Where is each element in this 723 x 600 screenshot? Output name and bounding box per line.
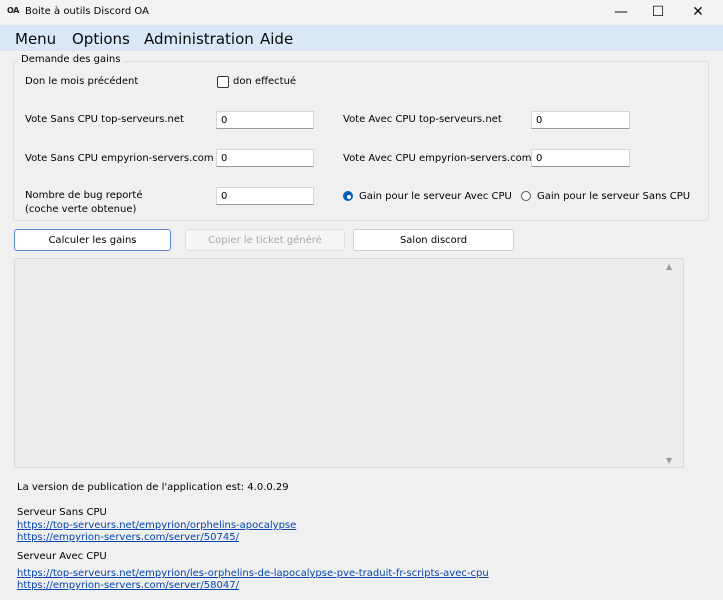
calculate-earnings-button[interactable]: Calculer les gains (14, 229, 171, 251)
bug-count-label-line1: Nombre de bug reporté (25, 190, 143, 201)
vote-sans-cpu-top-label: Vote Sans CPU top-serveurs.net (25, 114, 184, 125)
avec-cpu-empyrion-servers-link[interactable]: https://empyrion-servers.com/server/5804… (17, 580, 239, 591)
sans-cpu-top-serveurs-link[interactable]: https://top-serveurs.net/empyrion/orphel… (17, 520, 296, 531)
minimize-button[interactable]: — (601, 0, 641, 24)
maximize-button[interactable]: ☐ (638, 0, 678, 24)
vote-sans-cpu-emp-label: Vote Sans CPU empyrion-servers.com (25, 153, 214, 164)
app-logo-icon: OA (7, 6, 19, 15)
vote-sans-cpu-emp-input[interactable]: 0 (216, 149, 314, 167)
bug-count-input[interactable]: 0 (216, 187, 314, 205)
bug-count-label-line2: (coche verte obtenue) (25, 204, 137, 215)
vote-avec-cpu-emp-label: Vote Avec CPU empyrion-servers.com (343, 153, 532, 164)
radio-avec-cpu[interactable] (343, 191, 353, 201)
sans-cpu-server-title: Serveur Sans CPU (17, 507, 107, 518)
minimize-icon: — (614, 4, 628, 20)
radio-sans-cpu[interactable] (521, 191, 531, 201)
calculate-earnings-label: Calculer les gains (48, 234, 137, 246)
vote-avec-cpu-emp-input[interactable]: 0 (531, 149, 630, 167)
donation-label: Don le mois précédent (25, 76, 139, 87)
window-title: Boite à outils Discord OA (25, 6, 149, 17)
donation-checkbox-label[interactable]: don effectué (233, 76, 296, 87)
close-icon: ✕ (692, 4, 704, 20)
copy-ticket-label: Copier le ticket généré (208, 234, 322, 246)
scroll-up-icon[interactable]: ▲ (666, 262, 672, 271)
version-text: La version de publication de l'applicati… (17, 482, 289, 493)
scroll-down-icon[interactable]: ▼ (666, 456, 672, 465)
generated-ticket-output[interactable] (14, 258, 684, 468)
avec-cpu-top-serveurs-link[interactable]: https://top-serveurs.net/empyrion/les-or… (17, 568, 489, 579)
menu-item-aide[interactable]: Aide (260, 30, 293, 48)
menu-item-options[interactable]: Options (72, 30, 130, 48)
radio-sans-cpu-label[interactable]: Gain pour le serveur Sans CPU (537, 191, 690, 202)
copy-ticket-button[interactable]: Copier le ticket généré (185, 229, 345, 251)
radio-avec-cpu-label[interactable]: Gain pour le serveur Avec CPU (359, 191, 512, 202)
vote-avec-cpu-top-label: Vote Avec CPU top-serveurs.net (343, 114, 502, 125)
discord-channel-button[interactable]: Salon discord (353, 229, 514, 251)
menu-item-administration[interactable]: Administration (144, 30, 254, 48)
menu-item-menu[interactable]: Menu (15, 30, 56, 48)
sans-cpu-empyrion-servers-link[interactable]: https://empyrion-servers.com/server/5074… (17, 532, 239, 543)
avec-cpu-server-title: Serveur Avec CPU (17, 551, 107, 562)
vote-avec-cpu-top-input[interactable]: 0 (531, 111, 630, 129)
donation-checkbox[interactable] (217, 76, 229, 88)
maximize-icon: ☐ (651, 4, 665, 20)
vote-sans-cpu-top-input[interactable]: 0 (216, 111, 314, 129)
discord-channel-label: Salon discord (399, 234, 468, 246)
close-button[interactable]: ✕ (678, 0, 718, 24)
group-title: Demande des gains (18, 54, 124, 65)
